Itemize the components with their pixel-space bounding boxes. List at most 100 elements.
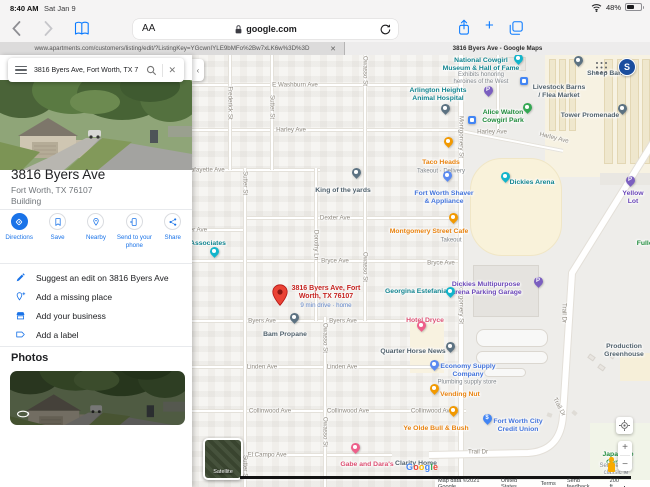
collapse-panel-button[interactable]: ‹	[192, 59, 204, 81]
poi-label[interactable]: Alice Walton Cowgirl Park	[482, 109, 524, 125]
map-pin-icon[interactable]	[209, 246, 219, 259]
poi-label[interactable]: Yellow Lot	[622, 190, 643, 206]
poi-label[interactable]: Montgomery Street Cafe	[390, 228, 469, 236]
map-pin-icon[interactable]: P	[625, 175, 635, 188]
street-label: Owasso St	[361, 252, 368, 282]
poi-label[interactable]: Taco Heads	[422, 159, 460, 167]
poi-label[interactable]: Arlington Heights Animal Hospital	[409, 87, 466, 103]
map-pin-icon[interactable]	[429, 383, 439, 396]
poi-label[interactable]: Fort Worth Shaver & Appliance	[414, 190, 473, 206]
map-pin-icon[interactable]	[443, 136, 453, 149]
menu-item-add-business[interactable]: Add your business	[0, 306, 192, 325]
street-view-photo[interactable]	[0, 80, 192, 170]
share-nodes-icon	[168, 217, 178, 227]
map-pin-icon[interactable]	[445, 286, 455, 299]
tab-apartments[interactable]: www.apartments.com/customers/listing/edi…	[0, 42, 345, 55]
send-to-phone-button[interactable]: Send to your phone	[116, 213, 153, 250]
map-pin-icon[interactable]: P	[483, 85, 493, 98]
poi-label[interactable]: Gabe and Dara's	[340, 461, 393, 469]
street-label: Collinwood Ave	[411, 407, 453, 414]
street-label: Montgomery St	[457, 116, 464, 158]
poi-label[interactable]: Fort Worth City Credit Union	[493, 418, 542, 434]
new-tab-icon[interactable]: +	[485, 17, 494, 34]
directions-button[interactable]: Directions	[1, 213, 38, 250]
map-pin-icon[interactable]	[350, 442, 360, 455]
map-pin-icon[interactable]	[445, 341, 455, 354]
menu-icon[interactable]	[15, 66, 27, 75]
safari-toolbar: AA google.com +	[0, 15, 650, 42]
poi-label[interactable]: Dickies Multipurpose Arena Parking Garag…	[450, 281, 521, 297]
menu-item-add-label[interactable]: Add a label	[0, 325, 192, 344]
my-location-button[interactable]	[616, 417, 633, 434]
poi-label[interactable]: Dickies Arena	[510, 179, 555, 187]
account-avatar[interactable]: S	[618, 58, 636, 76]
destination-address: 3816 Byers Ave, Fort Worth, TX 76107	[286, 285, 366, 302]
reload-icon[interactable]	[379, 23, 391, 36]
region-label[interactable]: United States	[501, 478, 530, 487]
poi-label[interactable]: King of the yards	[315, 187, 371, 195]
share-icon[interactable]	[457, 19, 471, 36]
map-pin-icon[interactable]	[467, 115, 477, 128]
clear-search-icon[interactable]: ✕	[168, 65, 176, 76]
poi-label[interactable]: Economy Supply Company	[440, 363, 495, 379]
map-pin-icon[interactable]: P	[533, 276, 543, 289]
search-icon[interactable]	[146, 65, 157, 76]
poi-label[interactable]: Livestock Barns / Flea Market	[533, 84, 586, 100]
poi-label[interactable]: Vending Nut	[440, 391, 480, 399]
poi-label: Exhibits honoring heroines of the West	[454, 72, 509, 86]
url-field[interactable]: AA google.com	[133, 19, 398, 39]
status-time: 8:40 AM	[10, 4, 38, 13]
zoom-in-button[interactable]: +	[622, 442, 628, 453]
nearby-button[interactable]: Nearby	[77, 213, 114, 250]
street-label: Owasso St	[361, 56, 368, 86]
map-pin-icon[interactable]	[448, 212, 458, 225]
tabs-icon[interactable]	[508, 20, 524, 36]
map-pin-icon[interactable]	[440, 103, 450, 116]
zoom-control[interactable]: + −	[618, 441, 632, 471]
send-feedback-link[interactable]: Send feedback	[567, 478, 599, 487]
bookmarks-icon[interactable]	[74, 21, 90, 36]
map-pin-icon[interactable]	[416, 320, 426, 333]
street-label: Collinwood Ave	[327, 407, 369, 414]
forward-icon[interactable]	[42, 20, 55, 37]
map-pin-icon[interactable]	[617, 103, 627, 116]
photo-thumbnail[interactable]	[10, 371, 185, 425]
pegman-icon[interactable]	[605, 457, 618, 474]
destination-label[interactable]: 3816 Byers Ave, Fort Worth, TX 76107 9 m…	[286, 285, 366, 309]
terms-link[interactable]: Terms	[541, 481, 556, 487]
save-button[interactable]: Save	[39, 213, 76, 250]
poi-label[interactable]: Georgina Estefania	[385, 288, 447, 296]
poi-label[interactable]: Tower Promenade	[561, 112, 619, 120]
poi-label[interactable]: Bam Propane	[263, 331, 307, 339]
search-box[interactable]: 3816 Byers Ave, Fort Worth, TX 7 ✕	[8, 58, 184, 82]
menu-item-add-missing-place[interactable]: Add a missing place	[0, 287, 192, 306]
back-icon[interactable]	[10, 20, 23, 37]
map-pin-icon[interactable]	[442, 170, 452, 183]
google-logo: Google	[406, 462, 438, 472]
tab-google-maps[interactable]: 3816 Byers Ave - Google Maps	[345, 42, 650, 55]
tab-close-icon[interactable]: ✕	[330, 45, 336, 53]
map-pin-icon[interactable]: $	[482, 413, 492, 426]
share-place-button[interactable]: Share	[154, 213, 191, 250]
poi-label[interactable]: National Cowgirl Museum & Hall of Fame	[443, 57, 520, 73]
map-pin-icon[interactable]	[289, 312, 299, 325]
google-apps-grid-icon[interactable]	[595, 61, 608, 74]
map-pin-icon[interactable]	[351, 167, 361, 180]
map-pin-icon[interactable]	[573, 55, 583, 68]
poi-label[interactable]: Fuller	[637, 240, 650, 248]
search-input[interactable]: 3816 Byers Ave, Fort Worth, TX 7	[34, 67, 146, 74]
satellite-toggle[interactable]: Satellite	[203, 438, 243, 480]
map-pin-icon[interactable]	[519, 76, 529, 89]
poi-label[interactable]: Ye Olde Bull & Bush	[403, 425, 468, 433]
tab-title: www.apartments.com/customers/listing/edi…	[35, 45, 310, 52]
map-pin-icon[interactable]	[522, 102, 532, 115]
poi-label[interactable]: Quarter Horse News	[380, 348, 445, 356]
map-pin-icon[interactable]	[513, 55, 523, 66]
poi-label[interactable]: Production Greenhouse	[604, 343, 644, 359]
map-pin-icon[interactable]	[448, 405, 458, 418]
menu-item-suggest-edit[interactable]: Suggest an edit on 3816 Byers Ave	[0, 268, 192, 287]
zoom-out-button[interactable]: −	[622, 459, 628, 470]
map-pin-icon[interactable]	[500, 171, 510, 184]
map[interactable]: E Washburn AveHarley AveHarley AveHarley…	[192, 55, 650, 487]
map-pin-icon[interactable]	[429, 359, 439, 372]
